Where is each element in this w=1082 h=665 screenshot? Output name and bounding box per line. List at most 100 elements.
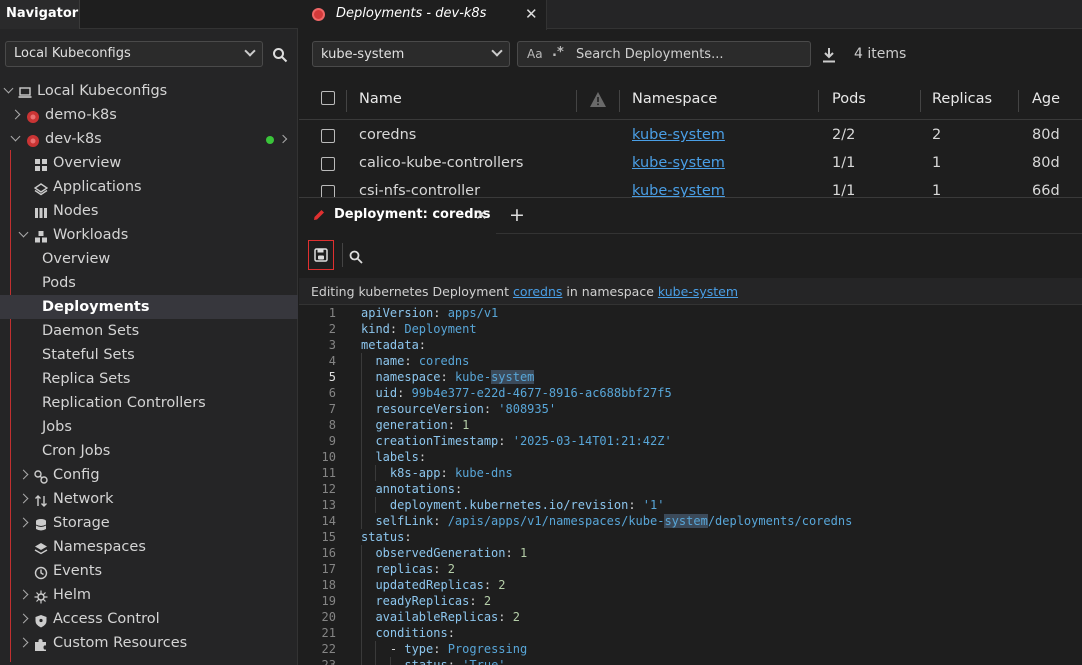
- code-line: 23 status: 'True': [299, 657, 1082, 665]
- sidebar-item-access-control[interactable]: Access Control: [0, 607, 298, 631]
- sidebar-item-deployments[interactable]: Deployments: [0, 295, 298, 319]
- close-icon[interactable]: ✕: [525, 5, 538, 23]
- sidebar-item-helm[interactable]: Helm: [0, 583, 298, 607]
- yaml-key: observedGeneration: [375, 546, 506, 560]
- chevron-right-icon[interactable]: [18, 613, 29, 624]
- cell-replicas: 2: [932, 127, 942, 143]
- search-icon[interactable]: [349, 250, 363, 264]
- sidebar-item-daemon-sets[interactable]: Daemon Sets: [0, 319, 298, 343]
- save-button[interactable]: [308, 240, 334, 270]
- sidebar-item-label: Storage: [53, 515, 110, 531]
- sidebar-item-storage[interactable]: Storage: [0, 511, 298, 535]
- yaml-colon: :: [404, 530, 412, 544]
- navigator-tab[interactable]: Navigator: [0, 0, 80, 29]
- chevron-right-icon[interactable]: [18, 469, 29, 480]
- table-row[interactable]: coredns kube-system 2/2 2 80d: [299, 122, 1082, 150]
- line-number: 23: [321, 658, 336, 665]
- sidebar-item-namespaces[interactable]: Namespaces: [0, 535, 298, 559]
- sidebar-item-replication-controllers[interactable]: Replication Controllers: [0, 391, 298, 415]
- k8s-cluster-icon: [26, 108, 40, 123]
- select-all-checkbox[interactable]: [321, 91, 335, 105]
- namespace-select[interactable]: kube-system: [312, 41, 510, 67]
- sidebar-item-network[interactable]: Network: [0, 487, 298, 511]
- column-name[interactable]: Name: [359, 91, 402, 107]
- yaml-key: resourceVersion: [375, 402, 484, 416]
- column-separator[interactable]: [619, 90, 620, 112]
- code-line: 15 status:: [299, 529, 1082, 545]
- code-text: creationTimestamp: '2025-03-14T01:21:42Z…: [375, 433, 671, 449]
- column-pods[interactable]: Pods: [832, 91, 866, 107]
- line-number: 1: [328, 306, 336, 320]
- chevron-right-icon[interactable]: [18, 517, 29, 528]
- sidebar-item-pods[interactable]: Pods: [0, 271, 298, 295]
- column-namespace[interactable]: Namespace: [632, 91, 717, 107]
- line-number: 10: [321, 450, 336, 464]
- chevron-right-icon[interactable]: [10, 109, 21, 120]
- layers-icon: [34, 540, 48, 555]
- chevron-down-icon[interactable]: [10, 131, 21, 142]
- column-separator[interactable]: [1018, 90, 1019, 112]
- cell-name: calico-kube-controllers: [359, 155, 524, 171]
- yaml-colon: :: [440, 466, 455, 480]
- sidebar-item-custom-resources[interactable]: Custom Resources: [0, 631, 298, 655]
- search-deployments-input[interactable]: Aa .* Search Deployments...: [517, 41, 811, 67]
- table-row[interactable]: calico-kube-controllers kube-system 1/1 1 80…: [299, 150, 1082, 178]
- column-separator[interactable]: [818, 90, 819, 112]
- sidebar-item-stateful-sets[interactable]: Stateful Sets: [0, 343, 298, 367]
- sidebar-item-cron-jobs[interactable]: Cron Jobs: [0, 439, 298, 463]
- sidebar-item-events[interactable]: Events: [0, 559, 298, 583]
- line-number: 20: [321, 610, 336, 624]
- row-checkbox[interactable]: [321, 157, 335, 171]
- code-text: uid: 99b4e377-e22d-4677-8916-ac688bbf27f…: [375, 385, 671, 401]
- regex-icon[interactable]: .*: [552, 45, 564, 60]
- chevron-right-icon[interactable]: [18, 589, 29, 600]
- sidebar-item-overview[interactable]: Overview: [0, 151, 298, 175]
- sidebar-item-nodes[interactable]: Nodes: [0, 199, 298, 223]
- chevron-down-icon[interactable]: [18, 227, 29, 238]
- yaml-value: '808935': [498, 402, 557, 416]
- column-separator[interactable]: [920, 90, 921, 112]
- yaml-key: kind: [361, 322, 390, 336]
- yaml-editor[interactable]: 1 apiVersion: apps/v1 2 kind: Deployment 3 me…: [299, 306, 1082, 665]
- sidebar-item-overview[interactable]: Overview: [0, 247, 298, 271]
- namespace-link[interactable]: kube-system: [658, 284, 738, 299]
- yaml-value: Progressing: [447, 642, 528, 656]
- column-replicas[interactable]: Replicas: [932, 91, 992, 107]
- sidebar-item-applications[interactable]: Applications: [0, 175, 298, 199]
- warning-icon[interactable]: [589, 91, 607, 108]
- sidebar-item-demo-k8s[interactable]: demo-k8s: [0, 103, 298, 127]
- column-separator[interactable]: [346, 90, 347, 112]
- close-icon[interactable]: ✕: [475, 206, 488, 224]
- row-checkbox[interactable]: [321, 129, 335, 143]
- indent-guide: [361, 593, 362, 609]
- download-icon[interactable]: [822, 47, 836, 63]
- sidebar-item-replica-sets[interactable]: Replica Sets: [0, 367, 298, 391]
- column-separator[interactable]: [576, 90, 577, 112]
- dock-panel: Deployment: coredns ✕ + Editing kubernet…: [299, 197, 1082, 665]
- tab-deployments[interactable]: Deployments - dev-k8s ✕: [299, 0, 547, 30]
- search-icon[interactable]: [272, 47, 288, 63]
- column-age[interactable]: Age: [1032, 91, 1060, 107]
- deployment-link[interactable]: coredns: [513, 284, 562, 299]
- sidebar-item-jobs[interactable]: Jobs: [0, 415, 298, 439]
- yaml-key: generation: [375, 418, 448, 432]
- chevron-right-icon[interactable]: [18, 637, 29, 648]
- cell-namespace[interactable]: kube-system: [632, 127, 725, 143]
- match-case-icon[interactable]: Aa: [527, 47, 543, 61]
- chevron-right-icon[interactable]: [18, 493, 29, 504]
- dock-tab-deployment-editor[interactable]: Deployment: coredns ✕: [299, 198, 496, 234]
- sidebar-item-dev-k8s[interactable]: dev-k8s: [0, 127, 298, 151]
- yaml-value: 2: [512, 610, 520, 624]
- cell-namespace[interactable]: kube-system: [632, 155, 725, 171]
- sidebar-item-label: Pods: [42, 275, 76, 291]
- kubeconfig-select[interactable]: Local Kubeconfigs: [5, 41, 263, 67]
- add-tab-icon[interactable]: +: [509, 204, 525, 226]
- sidebar-item-workloads[interactable]: Workloads: [0, 223, 298, 247]
- sidebar-item-config[interactable]: Config: [0, 463, 298, 487]
- chevron-down-icon[interactable]: [3, 83, 14, 94]
- yaml-value: coredns: [418, 354, 470, 368]
- sidebar-item-label: Stateful Sets: [42, 347, 135, 363]
- code-text: replicas: 2: [375, 561, 454, 577]
- storage-icon: [34, 516, 48, 531]
- sidebar-item-local-kubeconfigs[interactable]: Local Kubeconfigs: [0, 79, 298, 103]
